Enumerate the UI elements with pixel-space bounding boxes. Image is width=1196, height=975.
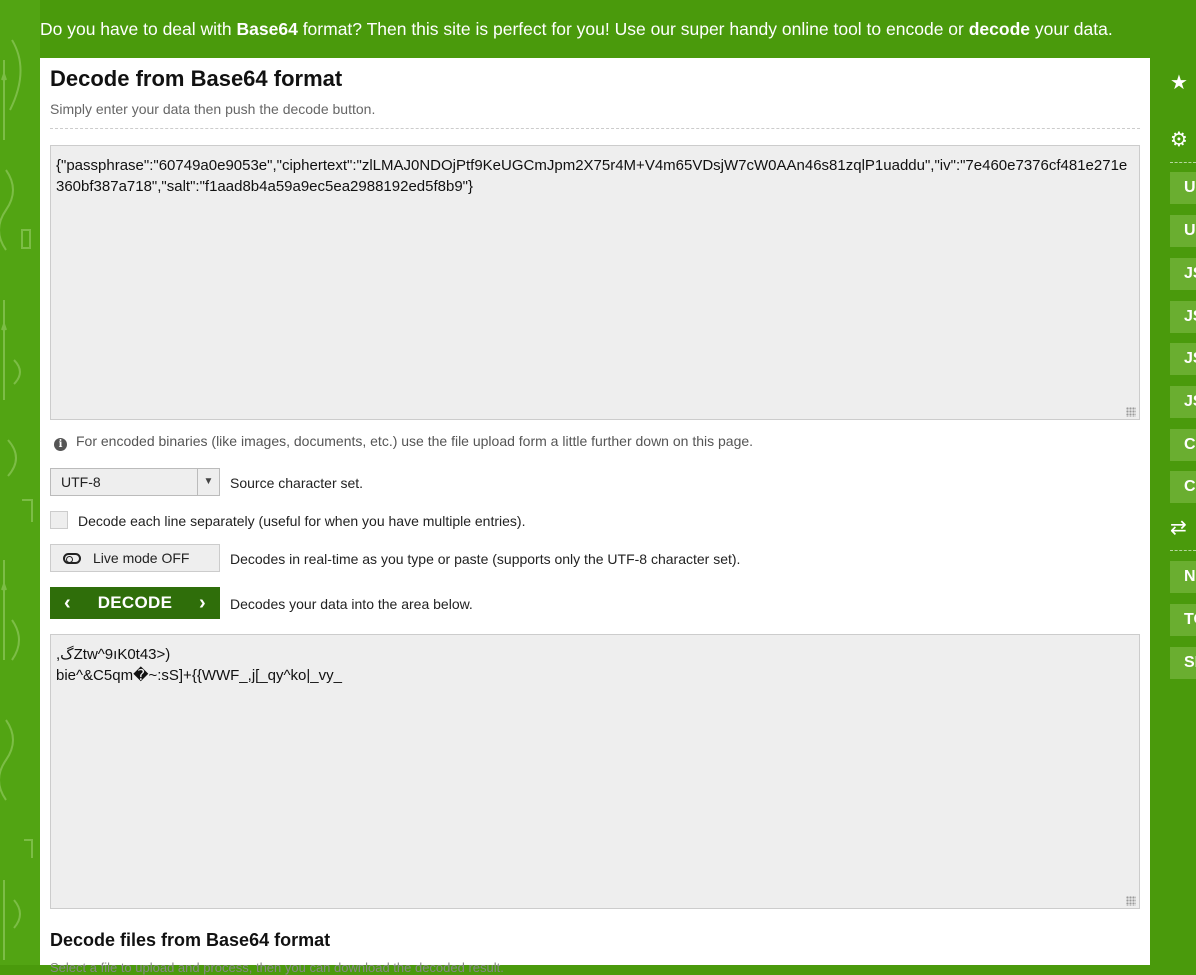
decode-desc: Decodes your data into the area below. — [230, 596, 473, 612]
banner-text-1: Do you have to deal with — [40, 19, 237, 39]
sidebar-item[interactable]: CS — [1170, 471, 1196, 503]
decode-label: DECODE — [97, 593, 173, 612]
decode-button[interactable]: ‹ DECODE › — [50, 587, 220, 619]
sidebar-item[interactable]: SI — [1170, 647, 1196, 679]
decorative-background-pattern — [0, 0, 40, 965]
sidebar-item[interactable]: JS — [1170, 301, 1196, 333]
files-section-subtitle: Select a file to upload and process, the… — [50, 960, 504, 975]
banner-bold-decode: decode — [968, 19, 1030, 39]
shuffle-icon[interactable]: ⇄ — [1170, 518, 1187, 538]
header-banner: Do you have to deal with Base64 format? … — [40, 0, 1150, 58]
output-textarea[interactable]: ,ﮒZtw^9ıK0t43>) bie^&C5qm�~:sS]+{{WWF_,j… — [50, 634, 1140, 909]
star-icon[interactable]: ★ — [1170, 73, 1188, 93]
banner-bold-base64: Base64 — [236, 19, 298, 39]
banner-text-2: format? Then this site is perfect for yo… — [297, 19, 969, 39]
gear-icon[interactable]: ⚙ — [1170, 130, 1188, 150]
line-by-line-label: Decode each line separately (useful for … — [78, 513, 526, 529]
live-mode-button[interactable]: Live mode OFF — [50, 544, 220, 572]
chevron-down-icon: ▼ — [197, 469, 219, 495]
divider — [50, 128, 1140, 129]
sidebar-item[interactable]: JS — [1170, 343, 1196, 375]
sidebar-item[interactable]: JS — [1170, 386, 1196, 418]
sidebar-divider — [1170, 162, 1196, 163]
info-icon: i — [54, 438, 67, 451]
sidebar-item[interactable]: URL — [1170, 172, 1196, 204]
sidebar-item[interactable]: CS — [1170, 429, 1196, 461]
charset-select[interactable]: UTF-8 ▼ — [50, 468, 220, 496]
sidebar-item[interactable]: TO — [1170, 604, 1196, 636]
banner-text-3: your data. — [1030, 19, 1113, 39]
charset-label: Source character set. — [230, 475, 364, 491]
page-subtitle: Simply enter your data then push the dec… — [50, 101, 376, 117]
sidebar-item[interactable]: NE — [1170, 561, 1196, 593]
live-mode-desc: Decodes in real-time as you type or past… — [230, 551, 741, 567]
info-text: For encoded binaries (like images, docum… — [76, 433, 754, 449]
line-by-line-checkbox[interactable] — [50, 511, 68, 529]
sidebar-item[interactable]: JS — [1170, 258, 1196, 290]
info-note: i For encoded binaries (like images, docu… — [54, 433, 753, 451]
right-sidebar: ★ ⚙ URL URL JS JS JS JS CS CS ⇄ NE TO SI — [1150, 58, 1196, 965]
charset-value: UTF-8 — [61, 474, 101, 490]
main-card: Decode from Base64 format Simply enter y… — [40, 58, 1150, 975]
files-section-title: Decode files from Base64 format — [50, 930, 331, 950]
resize-handle[interactable] — [1126, 896, 1136, 906]
sidebar-divider — [1170, 550, 1196, 551]
toggle-icon — [63, 553, 81, 564]
input-textarea[interactable]: {"passphrase":"60749a0e9053e","ciphertex… — [50, 145, 1140, 420]
live-mode-label: Live mode OFF — [93, 550, 190, 566]
page-title: Decode from Base64 format — [50, 66, 343, 91]
resize-handle[interactable] — [1126, 407, 1136, 417]
sidebar-item[interactable]: URL — [1170, 215, 1196, 247]
chevron-right-icon: › — [199, 592, 206, 614]
chevron-left-icon: ‹ — [64, 592, 71, 614]
